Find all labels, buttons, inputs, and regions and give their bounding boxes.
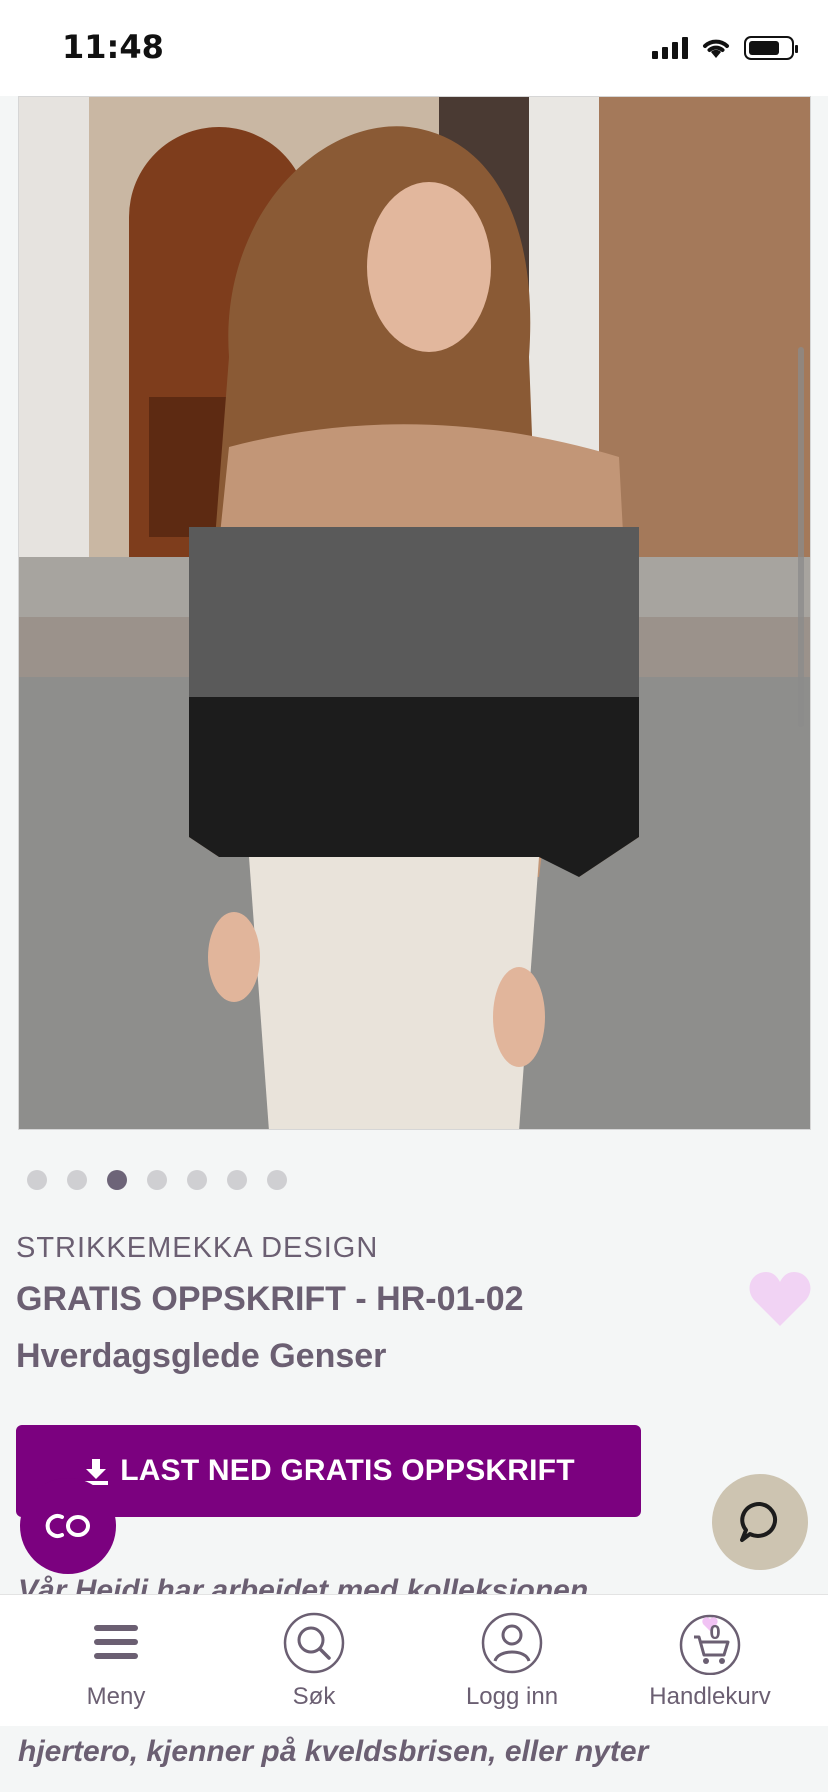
co-logo — [45, 1514, 90, 1538]
description-partial-line: Vår Heidi har arbeidet med kolleksjonen — [18, 1574, 589, 1594]
description-line: hjertero, kjenner på kveldsbrisen, eller… — [18, 1735, 649, 1768]
chat-button[interactable] — [712, 1474, 808, 1570]
bottom-navigation: Meny Søk Logg inn 0 Handlekurv — [0, 1594, 828, 1726]
wifi-icon — [703, 39, 729, 58]
carousel-dot[interactable] — [27, 1170, 47, 1190]
carousel-dot[interactable] — [147, 1170, 167, 1190]
nav-login[interactable]: Logg inn — [422, 1611, 602, 1711]
nav-search-label: Søk — [292, 1683, 336, 1710]
cart-count-badge: 0 — [709, 1622, 721, 1644]
nav-cart-label: Handlekurv — [649, 1683, 771, 1710]
product-image[interactable] — [18, 96, 811, 1130]
battery-icon — [744, 36, 798, 60]
carousel-dot[interactable] — [267, 1170, 287, 1190]
download-button-label: LAST NED GRATIS OPPSKRIFT — [120, 1454, 575, 1487]
status-time: 11:48 — [62, 28, 164, 66]
search-icon — [283, 1612, 345, 1674]
status-icons — [652, 36, 798, 60]
status-bar: 11:48 — [0, 0, 828, 96]
nav-menu-label: Meny — [86, 1683, 146, 1710]
menu-icon — [94, 1625, 138, 1659]
scrollbar[interactable] — [798, 347, 804, 727]
carousel-dot[interactable] — [187, 1170, 207, 1190]
carousel-dot[interactable] — [67, 1170, 87, 1190]
carousel-dot[interactable] — [107, 1170, 127, 1190]
product-name: Hverdagsglede Genser — [16, 1337, 387, 1375]
product-title: GRATIS OPPSKRIFT - HR-01-02 — [16, 1280, 524, 1318]
signal-icon — [652, 37, 688, 59]
nav-login-label: Logg inn — [465, 1683, 559, 1710]
carousel-dots — [27, 1170, 287, 1190]
product-brand: STRIKKEMEKKA DESIGN — [16, 1232, 379, 1264]
chat-bubble-icon — [740, 1502, 777, 1542]
heart-icon[interactable] — [748, 1270, 812, 1328]
user-icon — [481, 1612, 543, 1674]
co-badge[interactable] — [20, 1478, 116, 1574]
nav-search[interactable]: Søk — [224, 1611, 404, 1711]
nav-menu[interactable]: Meny — [26, 1611, 206, 1711]
carousel-dot[interactable] — [227, 1170, 247, 1190]
description-text: hjertero, kjenner på kveldsbrisen, eller… — [18, 1730, 818, 1774]
nav-cart[interactable]: 0 Handlekurv — [620, 1611, 800, 1711]
